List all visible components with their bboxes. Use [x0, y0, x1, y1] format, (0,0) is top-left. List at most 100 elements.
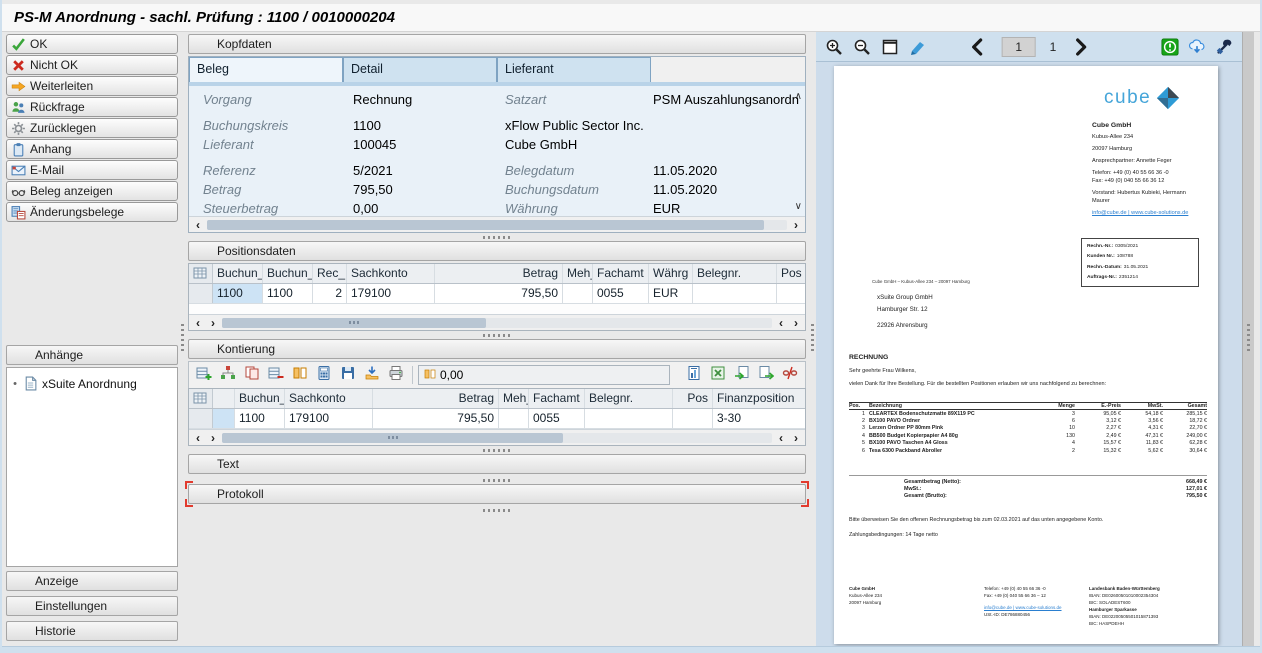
sidebar-section-historie[interactable]: Historie	[6, 621, 178, 641]
fit-page-icon[interactable]	[880, 37, 900, 57]
sidebar-section-anzeige[interactable]: Anzeige	[6, 571, 178, 591]
next-page-icon[interactable]	[1070, 37, 1090, 57]
kontierung-header[interactable]: Kontierung	[188, 339, 806, 359]
sidebar-action-r-ckfrage[interactable]: Rückfrage	[6, 97, 178, 117]
unlink-button[interactable]	[779, 365, 801, 386]
table-cell[interactable]: 1100	[235, 409, 285, 428]
sidebar-action-anhang[interactable]: Anhang	[6, 139, 178, 159]
sidebar-action-e-mail[interactable]: E-Mail	[6, 160, 178, 180]
section-splitter[interactable]	[188, 476, 806, 484]
tab-beleg[interactable]: Beleg	[189, 57, 343, 82]
export-button[interactable]	[755, 365, 777, 386]
scrollbar-thumb[interactable]	[222, 433, 563, 443]
table-config-cell[interactable]	[189, 389, 213, 408]
attachment-item[interactable]: •xSuite Anordnung	[11, 376, 173, 391]
split-button[interactable]	[289, 365, 311, 386]
scroll-left-icon[interactable]: ‹	[192, 316, 204, 330]
table-header-cell[interactable]: Betrag	[373, 389, 499, 408]
page-number-input[interactable]: 1	[1002, 37, 1036, 57]
kopfdaten-header[interactable]: Kopfdaten	[188, 34, 806, 54]
table-header-cell[interactable]: Buchun_	[213, 264, 263, 283]
table-row[interactable]: 1100179100795,5000553-30	[189, 409, 805, 429]
tools-icon[interactable]	[1214, 37, 1234, 57]
table-cell[interactable]	[693, 284, 777, 303]
table-hscrollbar[interactable]: ‹›‹›	[189, 429, 805, 445]
scroll-left-icon[interactable]: ‹	[775, 431, 787, 445]
table-hscrollbar[interactable]: ‹›‹›	[189, 314, 805, 330]
sidebar-action-nderungsbelege[interactable]: Änderungsbelege	[6, 202, 178, 222]
scroll-right-icon[interactable]: ›	[790, 218, 802, 232]
viewer-canvas[interactable]: cube Cube GmbHKubus-Allee 23420097 Hambu…	[816, 62, 1242, 646]
table-cell[interactable]: 2	[313, 284, 347, 303]
table-header-cell[interactable]: Sachkonto	[347, 264, 435, 283]
kopfdaten-hscrollbar[interactable]: ‹ ›	[189, 216, 805, 232]
viewer-splitter[interactable]	[808, 32, 816, 646]
table-row[interactable]: 110011002179100795,500055EUR	[189, 284, 805, 304]
table-cell[interactable]	[673, 409, 713, 428]
tab-lieferant[interactable]: Lieferant	[497, 57, 651, 82]
table-header-cell[interactable]: Buchun_	[235, 389, 285, 408]
table-cell[interactable]: 795,50	[435, 284, 563, 303]
table-header-cell[interactable]: Pos	[673, 389, 713, 408]
table-cell[interactable]	[585, 409, 673, 428]
table-config-cell[interactable]	[189, 264, 213, 283]
table-cell[interactable]: 1100	[263, 284, 313, 303]
scroll-left-icon[interactable]: ‹	[775, 316, 787, 330]
table-header-cell[interactable]: Sachkonto	[285, 389, 373, 408]
table-cell[interactable]	[777, 284, 805, 303]
section-splitter[interactable]	[188, 331, 806, 339]
scrollbar-thumb[interactable]	[222, 318, 486, 328]
row-selector-cell[interactable]	[189, 409, 213, 428]
section-splitter[interactable]	[188, 446, 806, 454]
scroll-right-icon[interactable]: ›	[207, 316, 219, 330]
table-header-cell[interactable]: Belegnr.	[693, 264, 777, 283]
tab-detail[interactable]: Detail	[343, 57, 497, 82]
table-cell[interactable]	[499, 409, 529, 428]
scroll-left-icon[interactable]: ‹	[192, 431, 204, 445]
section-splitter[interactable]	[188, 506, 806, 514]
scroll-left-icon[interactable]: ‹	[192, 218, 204, 232]
calculator-button[interactable]	[313, 365, 335, 386]
table-header-cell[interactable]: Währg	[649, 264, 693, 283]
save-button[interactable]	[337, 365, 359, 386]
window-edge-splitter[interactable]	[1242, 32, 1254, 646]
hierarchy-button[interactable]	[217, 365, 239, 386]
import-button[interactable]	[361, 365, 383, 386]
table-cell[interactable]: 3-30	[713, 409, 805, 428]
table-header-cell[interactable]: Finanzposition	[713, 389, 805, 408]
table-header-cell[interactable]: Fachamt	[529, 389, 585, 408]
table-header-cell[interactable]: Rec_	[313, 264, 347, 283]
previous-page-icon[interactable]	[968, 37, 988, 57]
scroll-right-icon[interactable]: ›	[790, 316, 802, 330]
section-splitter[interactable]	[188, 233, 806, 241]
report-button[interactable]	[683, 365, 705, 386]
copy-button[interactable]	[241, 365, 263, 386]
text-section-header[interactable]: Text	[188, 454, 806, 474]
scroll-right-icon[interactable]: ›	[207, 431, 219, 445]
sidebar-action-ok[interactable]: OK	[6, 34, 178, 54]
table-cell[interactable]: 179100	[347, 284, 435, 303]
print-button[interactable]	[385, 365, 407, 386]
scroll-up-icon[interactable]: ∧	[795, 92, 802, 102]
status-ok-icon[interactable]	[1160, 37, 1180, 57]
table-header-cell[interactable]: Betrag	[435, 264, 563, 283]
cloud-download-icon[interactable]	[1187, 37, 1207, 57]
table-cell[interactable]	[563, 284, 593, 303]
add-row-button[interactable]	[193, 365, 215, 386]
row-selector-cell[interactable]	[189, 284, 213, 303]
scroll-right-icon[interactable]: ›	[790, 431, 802, 445]
sidebar-section-einstellungen[interactable]: Einstellungen	[6, 596, 178, 616]
attachments-header[interactable]: Anhänge	[6, 345, 178, 365]
company-weblink[interactable]: info@cube.de | www.cube-solutions.de	[1092, 210, 1188, 217]
table-cell[interactable]	[213, 409, 235, 428]
table-header-cell[interactable]: Meh_	[563, 264, 593, 283]
table-header-cell[interactable]: Meh_	[499, 389, 529, 408]
paste-button[interactable]	[731, 365, 753, 386]
sidebar-action-beleg-anzeigen[interactable]: Beleg anzeigen	[6, 181, 178, 201]
highlighter-icon[interactable]	[908, 37, 928, 57]
excel-export-button[interactable]	[707, 365, 729, 386]
table-cell[interactable]: 1100	[213, 284, 263, 303]
sidebar-action-nicht-ok[interactable]: Nicht OK	[6, 55, 178, 75]
table-header-cell[interactable]: Buchun_	[263, 264, 313, 283]
protokoll-section-header[interactable]: Protokoll	[188, 484, 806, 504]
